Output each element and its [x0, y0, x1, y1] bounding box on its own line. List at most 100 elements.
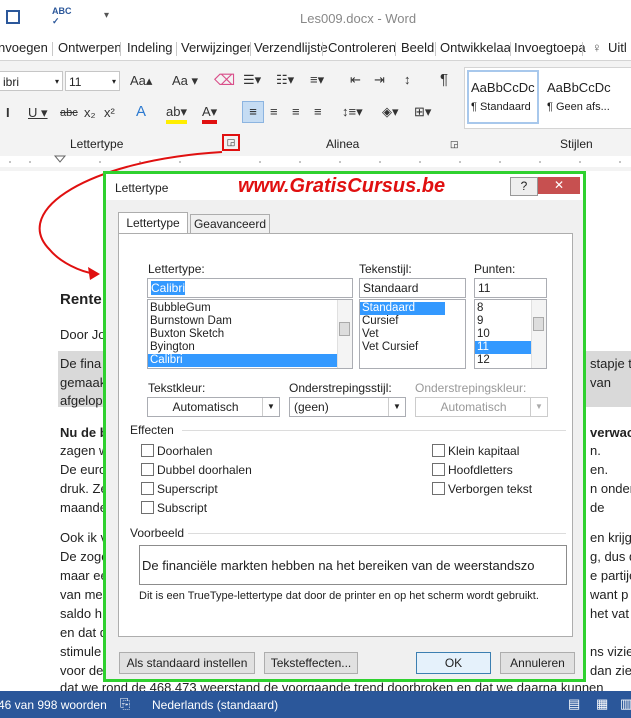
doc-line: zagen w [60, 443, 109, 458]
superscript-checkbox[interactable] [141, 482, 154, 495]
tab-uitleg[interactable]: Uitl [608, 40, 627, 55]
size-list-scrollbar[interactable] [531, 300, 546, 368]
font-list-scrollbar[interactable] [337, 300, 352, 368]
web-layout-icon[interactable]: ▥ [620, 696, 631, 712]
title-bar: ABC ✓ ▾ Les009.docx - Word [0, 0, 631, 36]
proofing-icon[interactable]: ⎘ [120, 696, 130, 712]
borders-icon[interactable]: ⊞▾ [414, 104, 431, 120]
group-label-alinea: Alinea [326, 137, 360, 151]
save-icon[interactable] [6, 10, 20, 24]
clear-formatting-icon[interactable]: ⌫ [214, 71, 235, 89]
align-center-icon[interactable]: ≡ [270, 104, 278, 119]
font-color-dropdown[interactable]: Automatisch ▼ [147, 397, 280, 417]
subscript-icon[interactable]: x₂ [84, 105, 96, 120]
superscript-icon[interactable]: x² [104, 105, 115, 120]
grow-font-button[interactable]: Aa▴ [130, 73, 152, 89]
font-color-icon[interactable]: A▾ [202, 104, 218, 124]
style-field[interactable]: Standaard [359, 278, 466, 298]
close-icon[interactable]: ✕ [538, 177, 580, 194]
strikethrough-checkbox[interactable] [141, 444, 154, 457]
underline-icon[interactable]: U ▾ [28, 105, 48, 121]
list-item[interactable]: Cursief [360, 315, 465, 328]
tab-indeling[interactable]: Indeling [127, 40, 173, 55]
doc-line: van [590, 375, 611, 390]
multilevel-list-icon[interactable]: ≡▾ [310, 72, 324, 88]
list-item-selected[interactable]: Calibri [148, 354, 338, 367]
show-marks-icon[interactable]: ¶ [440, 71, 448, 88]
tab-controleren[interactable]: Controleren [328, 40, 396, 55]
font-dialog-launcher[interactable]: ◲ [222, 134, 240, 151]
list-item[interactable]: BubbleGum [148, 302, 352, 315]
line-spacing-icon[interactable]: ↕≡▾ [342, 104, 363, 120]
tab-verzendlijsten[interactable]: Verzendlijste [254, 40, 328, 55]
style-geen-afstand[interactable]: AaBbCcDc ¶ Geen afs... [545, 70, 627, 124]
doc-line: en. [590, 462, 609, 477]
style-standaard[interactable]: AaBbCcDc ¶ Standaard [467, 70, 539, 124]
double-strikethrough-checkbox[interactable] [141, 463, 154, 476]
tab-geavanceerd[interactable]: Geavanceerd [190, 214, 270, 234]
doc-line: voor de [60, 663, 104, 678]
read-mode-icon[interactable]: ▤ [568, 696, 580, 712]
size-list[interactable]: 8 9 10 11 12 [474, 299, 547, 369]
tab-verwijzingen[interactable]: Verwijzinger [181, 40, 251, 55]
font-name-box[interactable]: ibri ▾ [0, 71, 63, 91]
font-name-list[interactable]: BubbleGum Burnstown Dam Buxton Sketch By… [147, 299, 353, 369]
list-item[interactable]: Buxton Sketch [148, 328, 352, 341]
font-dialog: Lettertype www.GratisCursus.be ? ✕ Lette… [103, 171, 586, 682]
font-size-box[interactable]: 11 ▾ [65, 71, 120, 91]
print-layout-icon[interactable]: ▦ [596, 696, 608, 712]
list-item[interactable]: Byington [148, 341, 352, 354]
sort-icon[interactable]: ↕ [404, 72, 411, 87]
doc-line: ns vizie [590, 644, 631, 659]
change-case-button[interactable]: Aa ▾ [172, 73, 198, 89]
spellcheck-icon[interactable]: ABC ✓ [52, 6, 72, 27]
list-item-selected[interactable]: Standaard [360, 302, 445, 315]
strikethrough-icon[interactable]: abc [60, 107, 78, 119]
customize-quick-access-icon[interactable]: ▾ [104, 10, 109, 21]
word-count[interactable]: 46 van 998 woorden [0, 698, 107, 712]
window-title: Les009.docx - Word [300, 11, 417, 26]
list-item[interactable]: Burnstown Dam [148, 315, 352, 328]
doc-line: n. [590, 443, 601, 458]
subscript-checkbox[interactable] [141, 501, 154, 514]
hidden-text-checkbox[interactable] [432, 482, 445, 495]
font-name-field[interactable]: Calibri [147, 278, 353, 298]
bullets-icon[interactable]: ☰▾ [243, 72, 261, 88]
cancel-button[interactable]: Annuleren [500, 652, 575, 674]
align-right-icon[interactable]: ≡ [292, 104, 300, 119]
tab-invoegtoepassingen[interactable]: Invoegtoepa [514, 40, 586, 55]
list-item[interactable]: Vet Cursief [360, 341, 465, 354]
bold-icon[interactable]: I [6, 105, 10, 120]
style-list[interactable]: Standaard Cursief Vet Vet Cursief [359, 299, 466, 369]
effects-label: Effecten [130, 423, 174, 437]
help-button[interactable]: ? [510, 177, 538, 196]
doc-line: saldo h [60, 606, 102, 621]
shading-icon[interactable]: ◈▾ [382, 104, 399, 120]
size-field[interactable]: 11 [474, 278, 547, 298]
all-caps-checkbox[interactable] [432, 463, 445, 476]
set-as-default-button[interactable]: Als standaard instellen [119, 652, 255, 674]
highlight-icon[interactable]: ab▾ [166, 104, 187, 124]
text-effects-button[interactable]: Teksteffecten... [264, 652, 358, 674]
text-effects-icon[interactable]: A [136, 103, 146, 120]
list-item[interactable]: Vet [360, 328, 465, 341]
ruler [0, 153, 631, 171]
tab-invoegen[interactable]: nvoegen [0, 40, 48, 55]
style-label: Tekenstijl: [359, 262, 412, 276]
underline-style-dropdown[interactable]: (geen) ▼ [289, 397, 406, 417]
language-status[interactable]: Nederlands (standaard) [152, 698, 278, 712]
numbering-icon[interactable]: ☷▾ [276, 72, 294, 88]
lightbulb-icon[interactable]: ♀ [592, 40, 602, 55]
increase-indent-icon[interactable]: ⇥ [374, 72, 385, 88]
tab-lettertype[interactable]: Lettertype [118, 212, 188, 234]
tab-ontwerpen[interactable]: Ontwerpen [58, 40, 122, 55]
justify-icon[interactable]: ≡ [314, 104, 322, 119]
list-item-selected[interactable]: 11 [475, 341, 532, 354]
ok-button[interactable]: OK [416, 652, 491, 674]
align-left-icon[interactable]: ≡ [242, 101, 264, 123]
tab-ontwikkelaars[interactable]: Ontwikkelaa [440, 40, 511, 55]
small-caps-checkbox[interactable] [432, 444, 445, 457]
tab-beeld[interactable]: Beeld [401, 40, 434, 55]
decrease-indent-icon[interactable]: ⇤ [350, 72, 361, 88]
paragraph-dialog-launcher[interactable]: ◲ [450, 139, 459, 150]
